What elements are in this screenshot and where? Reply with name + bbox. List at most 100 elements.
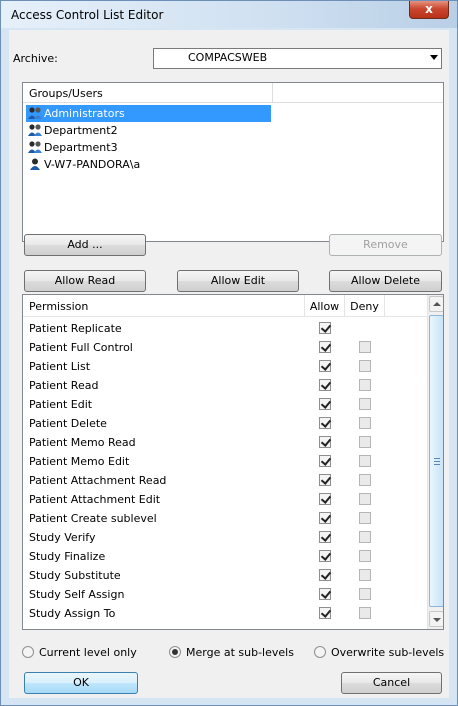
deny-checkbox[interactable] [359, 398, 371, 410]
permission-row[interactable]: Patient Memo Read [23, 433, 427, 452]
permission-row[interactable]: Study Substitute [23, 566, 427, 585]
groups-users-list[interactable]: Groups/Users Administrators Department2 De… [22, 82, 444, 242]
deny-checkbox[interactable] [359, 493, 371, 505]
allow-checkbox[interactable] [319, 398, 331, 410]
cancel-button[interactable]: Cancel [341, 672, 442, 694]
allow-checkbox[interactable] [319, 531, 331, 543]
group-item-label: Department3 [44, 141, 118, 154]
permission-name: Study Finalize [29, 550, 106, 563]
permission-row[interactable]: Patient List [23, 357, 427, 376]
scope-radio[interactable] [314, 646, 326, 658]
permission-row[interactable]: Study Assign To [23, 604, 427, 623]
deny-checkbox[interactable] [359, 360, 371, 372]
allow-checkbox[interactable] [319, 512, 331, 524]
deny-checkbox[interactable] [359, 379, 371, 391]
allow-read-button[interactable]: Allow Read [24, 270, 146, 292]
scope-option-label[interactable]: Merge at sub-levels [186, 646, 294, 659]
permissions-scrollbar[interactable] [427, 295, 443, 629]
permission-row[interactable]: Study Finalize [23, 547, 427, 566]
scroll-down-button[interactable] [429, 611, 443, 627]
permission-row[interactable]: Patient Create sublevel [23, 509, 427, 528]
chevron-down-icon [433, 618, 441, 622]
close-button[interactable]: x [409, 0, 449, 19]
permission-row[interactable]: Patient Attachment Edit [23, 490, 427, 509]
allow-checkbox[interactable] [319, 493, 331, 505]
deny-checkbox[interactable] [359, 436, 371, 448]
deny-column-header[interactable]: Deny [345, 295, 385, 317]
scope-radio[interactable] [22, 646, 34, 658]
deny-checkbox[interactable] [359, 417, 371, 429]
chevron-up-icon [433, 302, 441, 306]
deny-checkbox[interactable] [359, 531, 371, 543]
allow-checkbox[interactable] [319, 360, 331, 372]
user-icon [28, 157, 42, 171]
dialog-client-area: Archive: COMPACSWEB Groups/Users Adminis… [9, 30, 449, 698]
permission-name: Study Verify [29, 531, 96, 544]
allow-column-header[interactable]: Allow [305, 295, 345, 317]
add-button[interactable]: Add ... [24, 234, 146, 256]
permission-name: Patient Delete [29, 417, 107, 430]
scope-option-label[interactable]: Current level only [39, 646, 137, 659]
group-list-item[interactable]: V-W7-PANDORA\a [26, 156, 271, 173]
permissions-list[interactable]: Permission Allow Deny Patient Replicate P… [22, 294, 444, 630]
deny-checkbox[interactable] [359, 455, 371, 467]
permission-name: Study Self Assign [29, 588, 125, 601]
acl-editor-window: Access Control List Editor x Archive: CO… [0, 0, 458, 706]
allow-checkbox[interactable] [319, 322, 331, 334]
allow-checkbox[interactable] [319, 455, 331, 467]
permission-row[interactable]: Patient Edit [23, 395, 427, 414]
deny-checkbox[interactable] [359, 550, 371, 562]
group-list-item[interactable]: Administrators [26, 105, 271, 122]
permission-name: Patient Edit [29, 398, 93, 411]
close-icon: x [425, 2, 433, 16]
deny-checkbox[interactable] [359, 569, 371, 581]
allow-checkbox[interactable] [319, 569, 331, 581]
allow-checkbox[interactable] [319, 550, 331, 562]
deny-checkbox[interactable] [359, 588, 371, 600]
permission-name: Study Substitute [29, 569, 121, 582]
grip-icon [434, 458, 440, 459]
allow-checkbox[interactable] [319, 474, 331, 486]
allow-checkbox[interactable] [319, 607, 331, 619]
chevron-down-icon[interactable] [430, 55, 438, 60]
deny-checkbox[interactable] [359, 341, 371, 353]
permission-row[interactable]: Patient Memo Edit [23, 452, 427, 471]
ok-button[interactable]: OK [24, 672, 138, 694]
group-list-item[interactable]: Department2 [26, 122, 271, 139]
group-list-item[interactable]: Department3 [26, 139, 271, 156]
deny-checkbox[interactable] [359, 607, 371, 619]
archive-dropdown-value: COMPACSWEB [188, 51, 268, 64]
permission-row[interactable]: Patient Delete [23, 414, 427, 433]
permission-row[interactable]: Patient Replicate [23, 319, 427, 338]
scope-option-label[interactable]: Overwrite sub-levels [331, 646, 444, 659]
permission-row[interactable]: Patient Attachment Read [23, 471, 427, 490]
groups-users-column-header[interactable]: Groups/Users [23, 83, 273, 103]
permission-row[interactable]: Study Verify [23, 528, 427, 547]
scope-radio[interactable] [169, 646, 181, 658]
allow-checkbox[interactable] [319, 379, 331, 391]
remove-button[interactable]: Remove [329, 234, 442, 256]
permission-row[interactable]: Patient Read [23, 376, 427, 395]
permission-row[interactable]: Study Self Assign [23, 585, 427, 604]
permission-name: Patient Attachment Edit [29, 493, 161, 506]
permission-row[interactable]: Patient Full Control [23, 338, 427, 357]
group-item-label: Department2 [44, 124, 118, 137]
permission-name: Patient Memo Read [29, 436, 136, 449]
allow-checkbox[interactable] [319, 417, 331, 429]
permissions-header: Permission Allow Deny [23, 295, 427, 317]
allow-delete-button[interactable]: Allow Delete [329, 270, 442, 292]
allow-checkbox[interactable] [319, 341, 331, 353]
allow-checkbox[interactable] [319, 588, 331, 600]
scroll-up-button[interactable] [429, 296, 443, 312]
deny-checkbox[interactable] [359, 474, 371, 486]
title-bar[interactable]: Access Control List Editor x [0, 0, 458, 28]
grip-line [434, 464, 440, 465]
permission-name: Patient Full Control [29, 341, 133, 354]
allow-checkbox[interactable] [319, 436, 331, 448]
deny-checkbox[interactable] [359, 512, 371, 524]
archive-dropdown[interactable]: COMPACSWEB [153, 48, 442, 69]
permission-column-header[interactable]: Permission [23, 295, 305, 317]
allow-edit-button[interactable]: Allow Edit [177, 270, 299, 292]
permission-name: Patient Read [29, 379, 99, 392]
scroll-thumb[interactable] [429, 315, 443, 607]
